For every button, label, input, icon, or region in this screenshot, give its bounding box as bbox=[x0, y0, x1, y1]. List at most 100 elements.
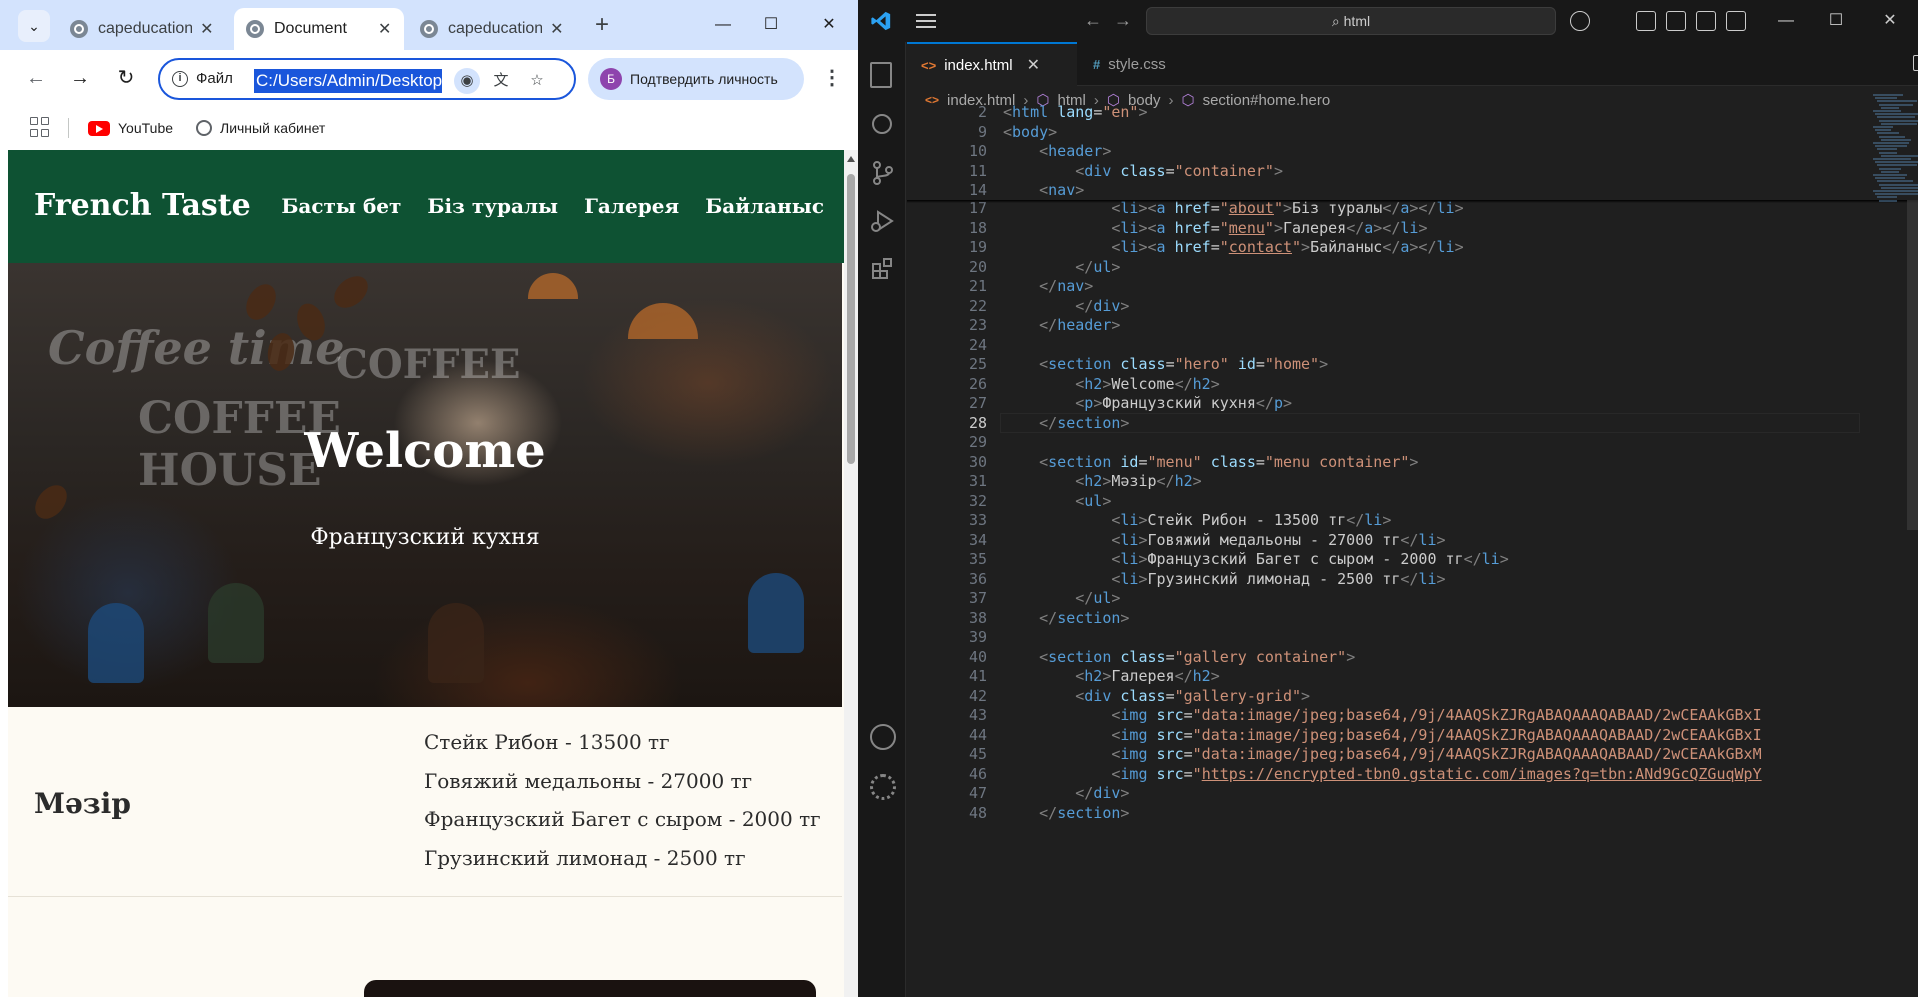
editor-scrollbar[interactable] bbox=[1907, 200, 1918, 530]
url-text[interactable]: C:/Users/Admin/Desktop bbox=[254, 69, 442, 93]
split-editor-icon[interactable] bbox=[1913, 55, 1918, 71]
scroll-up-icon[interactable] bbox=[847, 156, 855, 162]
menu-icon[interactable] bbox=[916, 14, 936, 28]
code-line[interactable]: 40 <section class="gallery container"> bbox=[907, 647, 1867, 667]
browser-tab-2[interactable]: Document ✕ bbox=[234, 8, 404, 50]
nav-link-about[interactable]: Біз туралы bbox=[427, 194, 558, 218]
code-line[interactable]: 48 </section> bbox=[907, 803, 1867, 823]
code-line[interactable]: 37 </ul> bbox=[907, 588, 1867, 608]
window-close-button[interactable]: ✕ bbox=[806, 10, 852, 40]
code-line[interactable]: 41 <h2>Галерея</h2> bbox=[907, 666, 1867, 686]
source-control-icon[interactable] bbox=[870, 160, 896, 186]
minimize-button[interactable]: — bbox=[700, 10, 746, 40]
close-icon[interactable]: ✕ bbox=[550, 19, 564, 39]
code-line[interactable]: 34 <li>Говяжий медальоны - 27000 тг</li> bbox=[907, 530, 1867, 550]
forward-button[interactable]: → bbox=[66, 64, 94, 92]
gear-icon[interactable] bbox=[870, 774, 896, 800]
code-line[interactable]: 44 <img src="data:image/jpeg;base64,/9j/… bbox=[907, 725, 1867, 745]
code-line[interactable]: 35 <li>Французский Багет с сыром - 2000 … bbox=[907, 549, 1867, 569]
code-line[interactable]: 23 </header> bbox=[907, 315, 1867, 335]
close-icon[interactable]: ✕ bbox=[200, 19, 214, 39]
scroll-thumb[interactable] bbox=[847, 174, 855, 464]
code-line[interactable]: 28 </section> bbox=[907, 413, 1867, 433]
address-bar[interactable]: i Файл C:/Users/Admin/Desktop ◉ 文 ☆ bbox=[158, 58, 576, 100]
tab-search-button[interactable]: ⌄ bbox=[18, 10, 50, 42]
code-line[interactable]: 32 <ul> bbox=[907, 491, 1867, 511]
code-line[interactable]: 26 <h2>Welcome</h2> bbox=[907, 374, 1867, 394]
info-icon[interactable]: i bbox=[172, 71, 188, 87]
code-line[interactable]: 31 <h2>Мәзір</h2> bbox=[907, 471, 1867, 491]
apps-grid-icon[interactable] bbox=[30, 117, 50, 137]
account-icon[interactable] bbox=[870, 724, 896, 750]
code-line[interactable]: 10 <header> bbox=[907, 141, 1867, 161]
code-line[interactable]: 21 </nav> bbox=[907, 276, 1867, 296]
code-line[interactable]: 38 </section> bbox=[907, 608, 1867, 628]
copilot-icon[interactable] bbox=[1570, 11, 1590, 31]
bookmark-cabinet[interactable]: Личный кабинет bbox=[196, 116, 325, 140]
menu-item: Стейк Рибон - 13500 тг bbox=[424, 730, 670, 754]
page-viewport[interactable]: French Taste Басты бет Біз туралы Галере… bbox=[8, 150, 844, 997]
explorer-icon[interactable] bbox=[870, 62, 892, 88]
code-line[interactable]: 18 <li><a href="menu">Галерея</a></li> bbox=[907, 218, 1867, 238]
more-menu-icon[interactable]: ⋮ bbox=[820, 64, 844, 92]
code-line[interactable]: 39 bbox=[907, 627, 1867, 647]
back-arrow-icon[interactable]: ← bbox=[1084, 10, 1102, 31]
browser-tab-1[interactable]: capeducation ✕ bbox=[58, 8, 226, 50]
code-text: <section id="menu" class="menu container… bbox=[1039, 452, 1419, 471]
code-line[interactable]: 20 </ul> bbox=[907, 257, 1867, 277]
code-line[interactable]: 19 <li><a href="contact">Байланыс</a></l… bbox=[907, 237, 1867, 257]
maximize-button[interactable]: ☐ bbox=[748, 10, 794, 40]
code-line[interactable]: 22 </div> bbox=[907, 296, 1867, 316]
code-line[interactable]: 24 bbox=[907, 335, 1867, 355]
code-line[interactable]: 2 <html lang="en"> bbox=[907, 102, 1867, 122]
maximize-button[interactable]: ☐ bbox=[1816, 8, 1856, 34]
bookmark-youtube[interactable]: YouTube bbox=[88, 116, 173, 140]
run-debug-icon[interactable] bbox=[870, 208, 896, 234]
nav-link-contact[interactable]: Байланыс bbox=[705, 194, 824, 218]
site-scheme-label[interactable]: Файл bbox=[196, 70, 233, 87]
tab-index-html[interactable]: <> index.html ✕ bbox=[907, 42, 1077, 86]
minimize-button[interactable]: — bbox=[1766, 8, 1806, 34]
code-line[interactable]: 45 <img src="data:image/jpeg;base64,/9j/… bbox=[907, 744, 1867, 764]
close-icon[interactable]: ✕ bbox=[1027, 55, 1040, 75]
extensions-icon[interactable] bbox=[870, 256, 896, 282]
code-line[interactable]: 30 <section id="menu" class="menu contai… bbox=[907, 452, 1867, 472]
code-line[interactable]: 27 <p>Французский кухня</p> bbox=[907, 393, 1867, 413]
reload-button[interactable]: ↻ bbox=[112, 64, 140, 92]
lens-icon[interactable]: ◉ bbox=[454, 68, 480, 94]
translate-icon[interactable]: 文 bbox=[488, 68, 514, 94]
toggle-secondary-sidebar-icon[interactable] bbox=[1726, 11, 1746, 31]
search-icon[interactable] bbox=[872, 114, 892, 134]
command-center[interactable]: ⌕ html bbox=[1146, 7, 1556, 35]
code-line[interactable]: 46 <img src="https://encrypted-tbn0.gsta… bbox=[907, 764, 1867, 784]
toggle-panel-icon[interactable] bbox=[1696, 11, 1716, 31]
site-logo[interactable]: French Taste bbox=[34, 188, 251, 223]
tab-style-css[interactable]: # style.css bbox=[1079, 42, 1209, 86]
forward-arrow-icon[interactable]: → bbox=[1114, 10, 1132, 31]
page-scrollbar[interactable] bbox=[844, 150, 858, 997]
code-line[interactable]: 14 <nav> bbox=[907, 180, 1867, 200]
code-line[interactable]: 36 <li>Грузинский лимонад - 2500 тг</li> bbox=[907, 569, 1867, 589]
code-line[interactable]: 43 <img src="data:image/jpeg;base64,/9j/… bbox=[907, 705, 1867, 725]
minimap-line bbox=[1877, 132, 1899, 135]
code-line[interactable]: 11 <div class="container"> bbox=[907, 161, 1867, 181]
code-line[interactable]: 9 <body> bbox=[907, 122, 1867, 142]
nav-link-gallery[interactable]: Галерея bbox=[584, 194, 679, 218]
new-tab-button[interactable]: + bbox=[588, 12, 616, 40]
code-line[interactable]: 47 </div> bbox=[907, 783, 1867, 803]
close-icon[interactable]: ✕ bbox=[377, 19, 392, 39]
profile-button[interactable]: Б Подтвердить личность bbox=[588, 58, 804, 100]
minimap-line bbox=[1875, 161, 1918, 164]
layout-icon[interactable] bbox=[1636, 11, 1656, 31]
code-editor[interactable]: 2 <html lang="en"> 9 <body> 10 <header> 11 <d… bbox=[907, 94, 1918, 997]
code-line[interactable]: 29 bbox=[907, 432, 1867, 452]
code-line[interactable]: 33 <li>Стейк Рибон - 13500 тг</li> bbox=[907, 510, 1867, 530]
code-line[interactable]: 42 <div class="gallery-grid"> bbox=[907, 686, 1867, 706]
window-close-button[interactable]: ✕ bbox=[1870, 8, 1910, 34]
code-line[interactable]: 25 <section class="hero" id="home"> bbox=[907, 354, 1867, 374]
toggle-sidebar-icon[interactable] bbox=[1666, 11, 1686, 31]
browser-tab-3[interactable]: capeducation ✕ bbox=[408, 8, 576, 50]
star-icon[interactable]: ☆ bbox=[524, 68, 550, 94]
back-button[interactable]: ← bbox=[22, 64, 50, 92]
nav-link-home[interactable]: Басты бет bbox=[281, 194, 401, 218]
